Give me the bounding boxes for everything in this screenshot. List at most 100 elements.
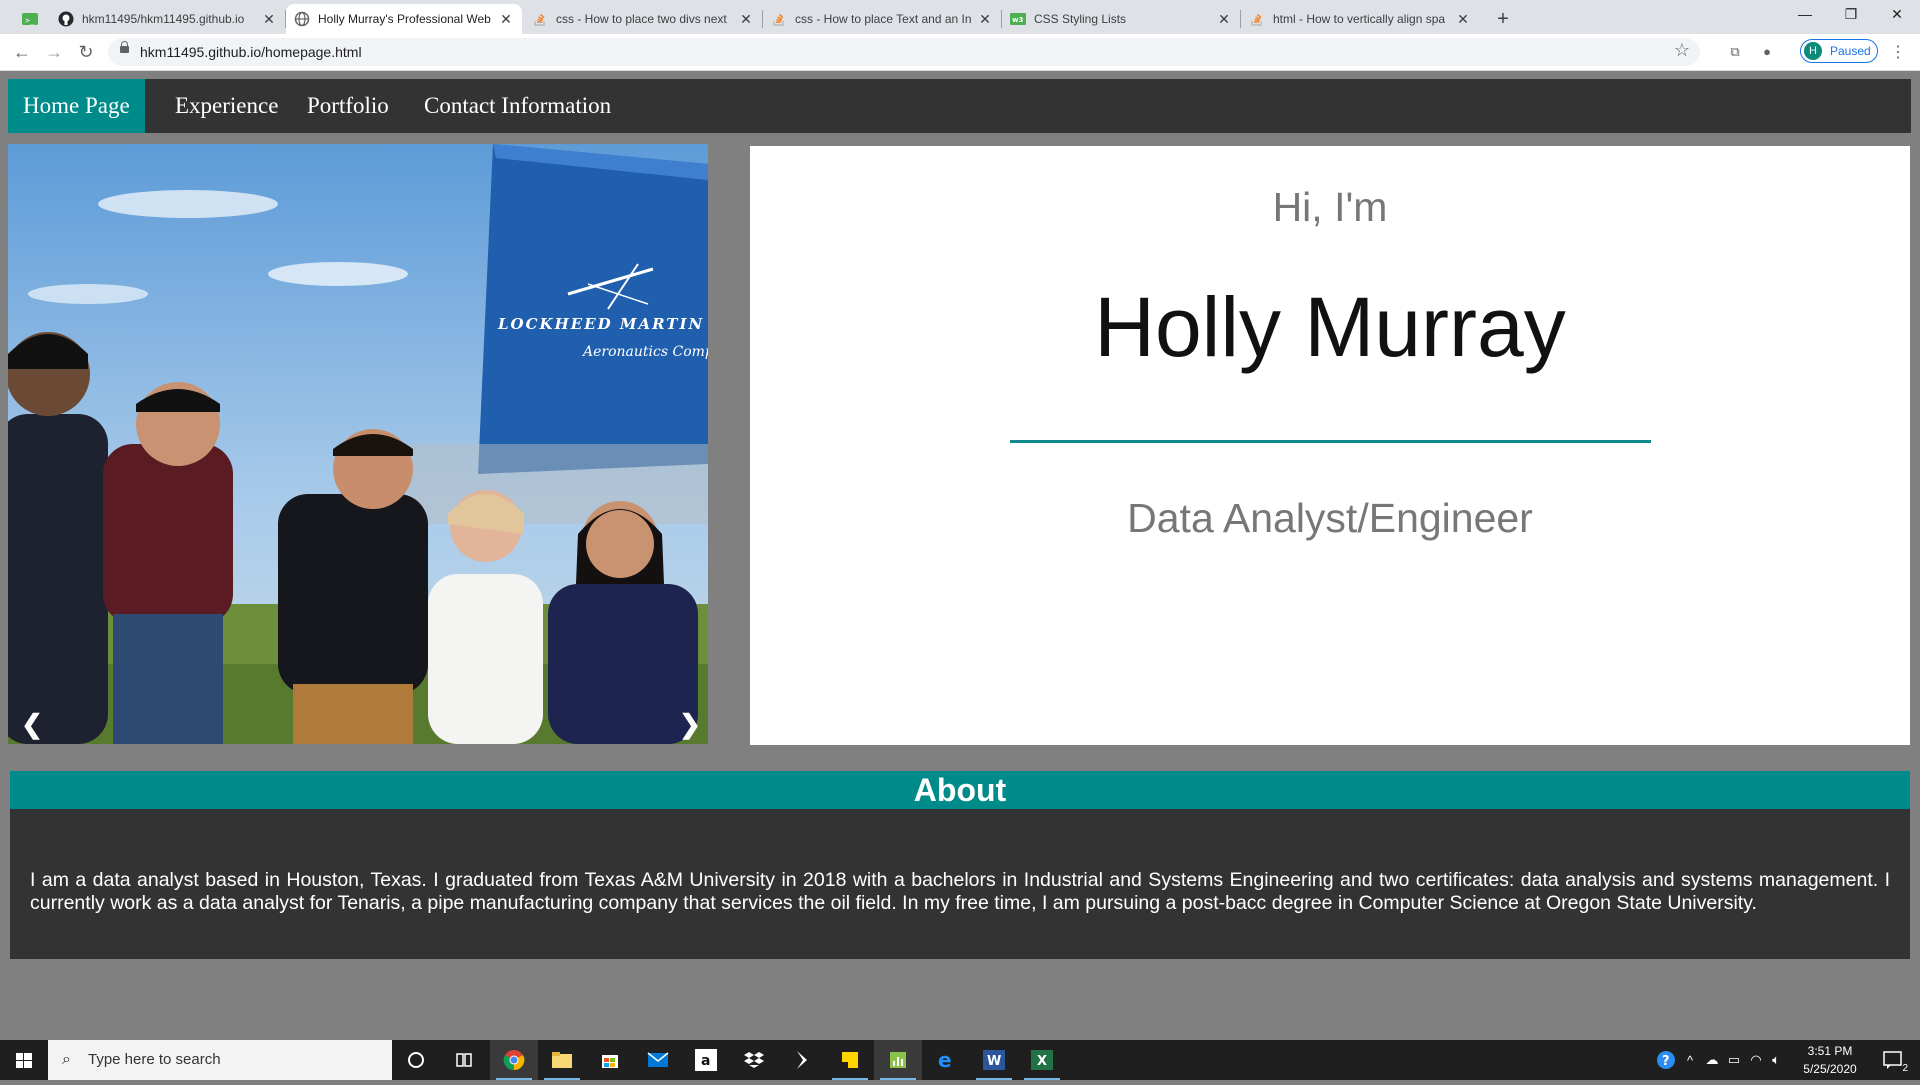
task-view-icon[interactable]	[440, 1040, 488, 1080]
svg-text:W: W	[987, 1054, 1001, 1069]
svg-text:?: ?	[1662, 1054, 1670, 1069]
amazon-icon[interactable]: a	[682, 1040, 730, 1080]
chart-app-icon[interactable]	[874, 1040, 922, 1080]
volume-icon[interactable]: 🔈︎	[1766, 1040, 1786, 1080]
close-icon[interactable]: ✕	[498, 11, 514, 27]
nav-experience[interactable]: Experience	[160, 79, 293, 133]
sign-text: Aeronautics Compan	[581, 344, 708, 360]
github-icon	[58, 11, 74, 27]
about-text: I am a data analyst based in Houston, Te…	[30, 869, 1890, 914]
slideshow-prev-button[interactable]: ❮	[20, 709, 44, 740]
close-icon[interactable]: ✕	[1216, 11, 1232, 27]
svg-text:a: a	[701, 1053, 710, 1069]
dropbox-icon[interactable]	[730, 1040, 778, 1080]
windows-taskbar: ⌕ Type here to search a e W X ? ^ ☁ ▭ ◠ …	[0, 1040, 1920, 1080]
search-icon: ⌕	[62, 1051, 71, 1068]
intro-card: Hi, I'm Holly Murray Data Analyst/Engine…	[750, 146, 1910, 745]
photo-slideshow: LOCKHEED MARTIN Aeronautics Compan	[8, 144, 708, 744]
tab-title: CSS Styling Lists	[1034, 12, 1127, 26]
tab-title: hkm11495/hkm11495.github.io	[82, 12, 245, 26]
wifi-icon[interactable]: ◠	[1746, 1040, 1766, 1080]
tab-stackoverflow-1[interactable]: css - How to place two divs next ✕	[524, 4, 762, 34]
close-icon[interactable]: ✕	[1455, 11, 1471, 27]
profile-button[interactable]: H Paused	[1800, 39, 1878, 63]
word-icon[interactable]: W	[970, 1040, 1018, 1080]
tab-w3schools[interactable]: w3 CSS Styling Lists ✕	[1002, 4, 1240, 34]
tab-stackoverflow-2[interactable]: css - How to place Text and an In ✕	[763, 4, 1001, 34]
nav-home[interactable]: Home Page	[8, 79, 145, 133]
close-icon[interactable]: ✕	[261, 11, 277, 27]
file-explorer-icon[interactable]	[538, 1040, 586, 1080]
minimize-button[interactable]: —	[1782, 0, 1828, 30]
stackoverflow-icon	[532, 11, 548, 27]
start-button[interactable]	[0, 1040, 48, 1080]
window-close-button[interactable]: ✕	[1874, 0, 1920, 30]
lock-icon	[120, 41, 129, 53]
tab-title: Holly Murray's Professional Web	[318, 12, 491, 26]
bookmark-star-icon[interactable]: ☆	[1674, 40, 1690, 61]
job-title: Data Analyst/Engineer	[1127, 495, 1533, 541]
tab-github[interactable]: hkm11495/hkm11495.github.io ✕	[50, 4, 285, 34]
tab-pinned[interactable]: >_	[14, 4, 54, 34]
notification-count: 2	[1902, 1063, 1908, 1074]
taskbar-search[interactable]: ⌕ Type here to search	[48, 1040, 392, 1080]
green-cli-icon: >_	[22, 11, 38, 27]
onedrive-icon[interactable]: ☁	[1702, 1040, 1722, 1080]
close-icon[interactable]: ✕	[977, 11, 993, 27]
windows-logo-icon	[16, 1053, 32, 1068]
nav-portfolio[interactable]: Portfolio	[292, 79, 404, 133]
svg-text:X: X	[1037, 1054, 1047, 1069]
group-photo: LOCKHEED MARTIN Aeronautics Compan	[8, 144, 708, 744]
profile-status: Paused	[1830, 44, 1871, 58]
svg-text:w3: w3	[1012, 16, 1023, 24]
globe-icon	[294, 11, 310, 27]
url-text: hkm11495.github.io/homepage.html	[140, 44, 362, 60]
nav-contact[interactable]: Contact Information	[409, 79, 626, 133]
power-automate-icon[interactable]	[778, 1040, 826, 1080]
reload-button[interactable]: ↻	[74, 40, 98, 64]
mail-icon[interactable]	[634, 1040, 682, 1080]
about-heading: About	[10, 771, 1910, 809]
tab-title: html - How to vertically align spa	[1273, 12, 1446, 26]
cortana-icon[interactable]	[392, 1040, 440, 1080]
excel-icon[interactable]: X	[1018, 1040, 1066, 1080]
web-page: Home Page Experience Portfolio Contact I…	[0, 71, 1920, 1040]
divider	[1010, 440, 1651, 443]
greeting: Hi, I'm	[1272, 184, 1388, 230]
browser-toolbar: ← → ↻ hkm11495.github.io/homepage.html ☆…	[0, 34, 1920, 71]
restore-button[interactable]: ❐	[1828, 0, 1874, 30]
back-button[interactable]: ←	[10, 40, 34, 64]
stackoverflow-icon	[771, 11, 787, 27]
sign-text: LOCKHEED MARTIN	[497, 315, 704, 333]
browser-menu-icon[interactable]: ⋮	[1890, 42, 1906, 62]
forward-button[interactable]: →	[42, 40, 66, 64]
stackoverflow-icon	[1249, 11, 1265, 27]
tab-title: css - How to place two divs next	[556, 12, 727, 26]
avatar: H	[1804, 42, 1822, 60]
notifications-button[interactable]: 2	[1874, 1040, 1914, 1080]
close-icon[interactable]: ✕	[738, 11, 754, 27]
tab-strip: >_ hkm11495/hkm11495.github.io ✕ Holly M…	[0, 0, 1920, 34]
edge-icon[interactable]: e	[922, 1040, 970, 1080]
taskbar-clock[interactable]: 3:51 PM 5/25/2020	[1790, 1042, 1870, 1078]
tab-stackoverflow-3[interactable]: html - How to vertically align spa ✕	[1241, 4, 1479, 34]
chevron-up-icon[interactable]: ^	[1682, 1040, 1698, 1080]
sticky-notes-icon[interactable]	[826, 1040, 874, 1080]
new-tab-button[interactable]: +	[1490, 6, 1516, 32]
extension-record-icon[interactable]: ●	[1757, 42, 1777, 62]
address-bar[interactable]: hkm11495.github.io/homepage.html ☆	[108, 38, 1700, 66]
search-placeholder: Type here to search	[88, 1051, 221, 1068]
tab-active[interactable]: Holly Murray's Professional Web ✕	[286, 4, 522, 34]
site-nav: Home Page Experience Portfolio Contact I…	[8, 79, 1911, 133]
svg-text:>_: >_	[25, 16, 35, 25]
clock-date: 5/25/2020	[1803, 1062, 1857, 1076]
slideshow-next-button[interactable]: ❯	[678, 709, 702, 740]
battery-icon[interactable]: ▭	[1724, 1040, 1744, 1080]
w3schools-icon: w3	[1010, 11, 1026, 27]
extension-icon[interactable]: ⧉	[1725, 42, 1745, 62]
tab-title: css - How to place Text and an In	[795, 12, 971, 26]
store-icon[interactable]	[586, 1040, 634, 1080]
chrome-icon[interactable]	[490, 1040, 538, 1080]
clock-time: 3:51 PM	[1807, 1044, 1853, 1058]
help-icon[interactable]: ?	[1654, 1040, 1678, 1080]
